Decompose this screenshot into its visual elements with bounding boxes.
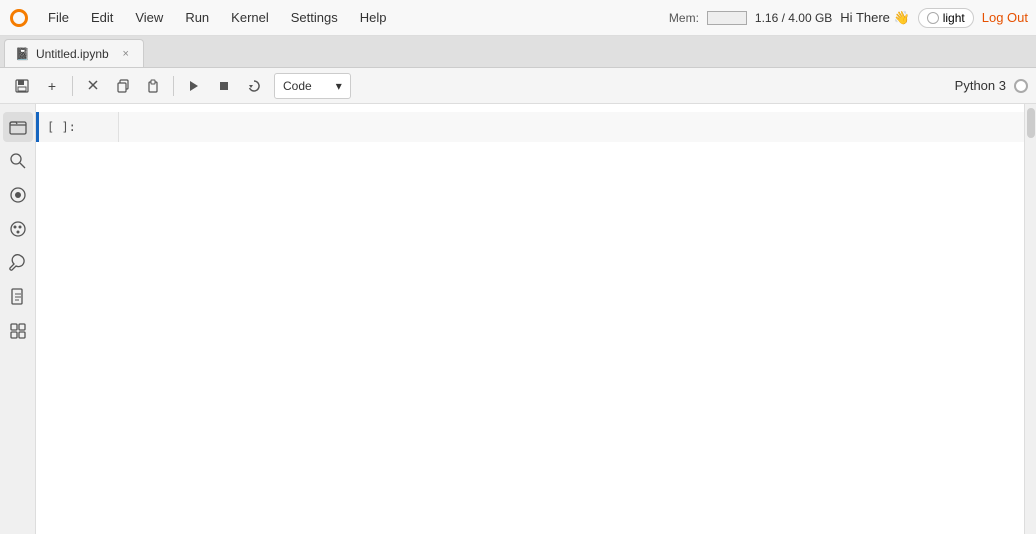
toolbar: + Code ▾	[0, 68, 1036, 104]
toggle-circle-icon	[927, 12, 939, 24]
mem-value: 1.16 / 4.00 GB	[755, 11, 832, 25]
stop-icon	[218, 80, 230, 92]
sidebar-item-files[interactable]	[3, 282, 33, 312]
top-right: Mem: 1.16 / 4.00 GB Hi There 👋 light Log…	[669, 8, 1028, 28]
mem-label: Mem:	[669, 11, 699, 25]
theme-label: light	[943, 11, 965, 25]
scrollbar[interactable]	[1024, 104, 1036, 534]
restart-button[interactable]	[240, 72, 268, 100]
save-icon	[15, 79, 29, 93]
circle-icon	[9, 186, 27, 204]
main-area: [ ]:	[0, 104, 1036, 534]
folder-icon	[9, 118, 27, 136]
tab-close-button[interactable]: ×	[119, 47, 133, 61]
greeting-text: Hi There 👋	[840, 10, 909, 26]
sidebar-item-folder[interactable]	[3, 112, 33, 142]
mem-bar-container	[707, 11, 747, 25]
menu-kernel[interactable]: Kernel	[221, 6, 279, 29]
menu-help[interactable]: Help	[350, 6, 397, 29]
paste-icon	[146, 79, 160, 93]
kernel-status-icon	[1014, 79, 1028, 93]
puzzle-icon	[9, 322, 27, 340]
menu-file[interactable]: File	[38, 6, 79, 29]
cell-type-label: Code	[283, 79, 312, 93]
scroll-handle[interactable]	[1027, 108, 1035, 138]
chevron-down-icon: ▾	[336, 79, 342, 93]
palette-icon	[9, 220, 27, 238]
wrench-icon	[9, 254, 27, 272]
menu-run[interactable]: Run	[175, 6, 219, 29]
cut-icon	[86, 79, 100, 93]
run-icon	[188, 80, 200, 92]
sidebar	[0, 104, 36, 534]
save-button[interactable]	[8, 72, 36, 100]
cell-input[interactable]	[119, 112, 1024, 142]
logo-ring	[10, 9, 28, 27]
cell-1: [ ]:	[36, 112, 1024, 142]
add-icon: +	[48, 78, 56, 94]
stop-button[interactable]	[210, 72, 238, 100]
menu-edit[interactable]: Edit	[81, 6, 123, 29]
tab-name: Untitled.ipynb	[36, 47, 109, 61]
sidebar-item-tools[interactable]	[3, 248, 33, 278]
tab-bar: 📓 Untitled.ipynb ×	[0, 36, 1036, 68]
toolbar-divider-1	[72, 76, 73, 96]
cell-type-select[interactable]: Code ▾	[274, 73, 351, 99]
copy-icon	[116, 79, 130, 93]
sidebar-item-extensions[interactable]	[3, 316, 33, 346]
sidebar-item-circle[interactable]	[3, 180, 33, 210]
menu-view[interactable]: View	[125, 6, 173, 29]
notebook-tab[interactable]: 📓 Untitled.ipynb ×	[4, 39, 144, 67]
logo	[8, 7, 30, 29]
cut-button[interactable]	[79, 72, 107, 100]
theme-toggle[interactable]: light	[918, 8, 974, 28]
menu-bar: File Edit View Run Kernel Settings Help …	[0, 0, 1036, 36]
search-icon	[9, 152, 27, 170]
restart-icon	[247, 79, 261, 93]
cell-prompt: [ ]:	[39, 112, 119, 142]
sidebar-item-search[interactable]	[3, 146, 33, 176]
kernel-name: Python 3	[955, 78, 1006, 93]
sidebar-item-palette[interactable]	[3, 214, 33, 244]
logout-button[interactable]: Log Out	[982, 10, 1028, 25]
toolbar-divider-2	[173, 76, 174, 96]
add-cell-button[interactable]: +	[38, 72, 66, 100]
paste-button[interactable]	[139, 72, 167, 100]
notebook-area: [ ]:	[36, 104, 1024, 534]
file-icon	[9, 288, 27, 306]
python-indicator: Python 3	[955, 78, 1028, 93]
menu-settings[interactable]: Settings	[281, 6, 348, 29]
run-button[interactable]	[180, 72, 208, 100]
copy-button[interactable]	[109, 72, 137, 100]
menu-items: File Edit View Run Kernel Settings Help	[38, 6, 669, 29]
notebook-tab-icon: 📓	[15, 47, 30, 61]
